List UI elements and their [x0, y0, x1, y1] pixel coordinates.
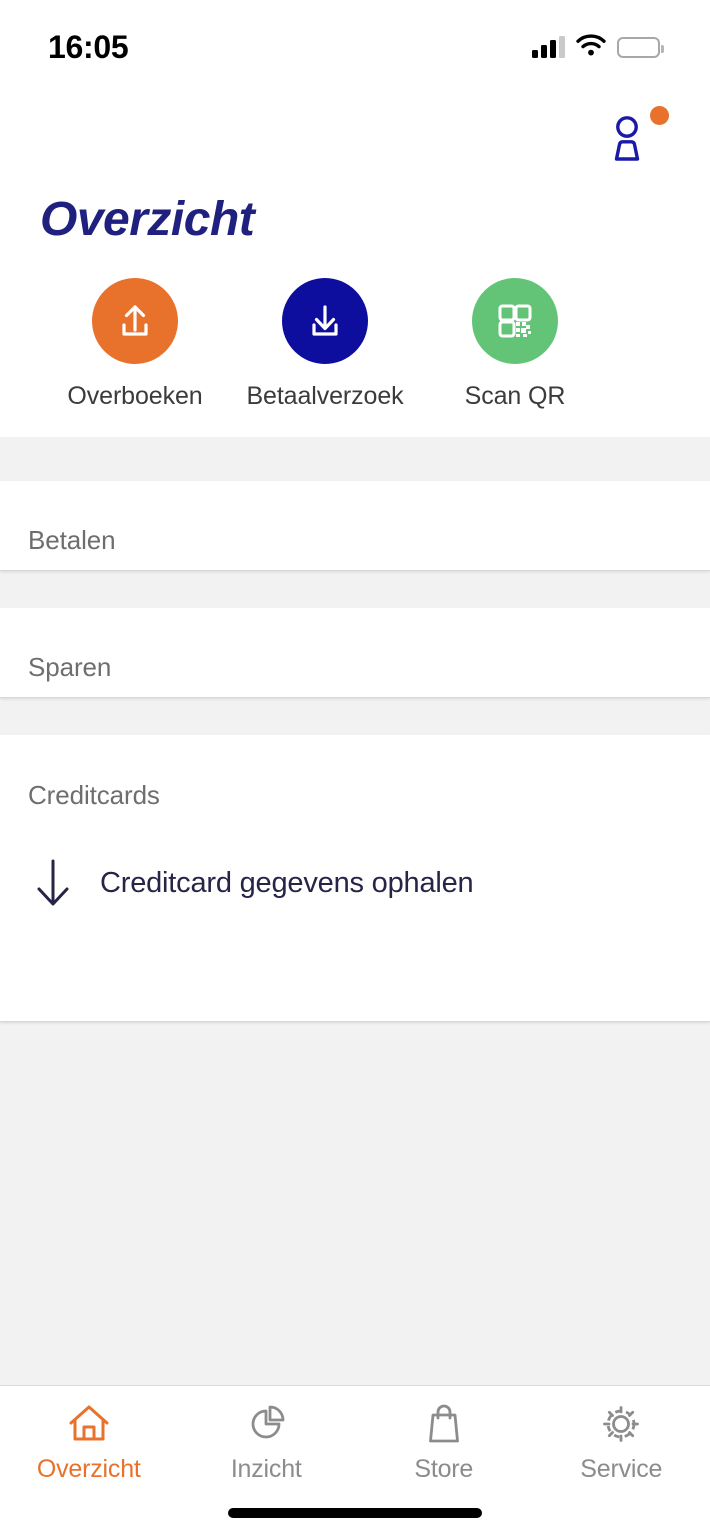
- tab-label: Store: [414, 1455, 474, 1483]
- gear-icon: [598, 1400, 644, 1448]
- shopping-bag-icon: [423, 1400, 465, 1448]
- tab-label: Overzicht: [36, 1455, 141, 1483]
- section-label: Betalen: [28, 525, 116, 555]
- status-bar-indicators: [532, 28, 664, 61]
- list-spacer: [0, 437, 710, 481]
- quick-action-overboeken[interactable]: Overboeken: [40, 278, 230, 411]
- fetch-creditcard-data-label: Creditcard gegevens ophalen: [100, 866, 474, 899]
- home-icon: [66, 1400, 112, 1448]
- section-label: Sparen: [28, 652, 112, 682]
- page-title: Overzicht: [40, 193, 255, 246]
- status-bar-time: 16:05: [48, 28, 129, 65]
- quick-actions-row: Overboeken Betaalverzoek Scan QR: [0, 278, 710, 411]
- status-bar: 16:05: [0, 0, 710, 88]
- profile-button[interactable]: [608, 104, 670, 166]
- home-indicator: [228, 1508, 482, 1518]
- section-label: Creditcards: [28, 780, 160, 810]
- quick-action-betaalverzoek[interactable]: Betaalverzoek: [230, 278, 420, 411]
- list-spacer: [0, 697, 710, 735]
- account-section-betalen[interactable]: Betalen: [0, 481, 710, 570]
- tab-label: Inzicht: [230, 1455, 302, 1483]
- cellular-signal-icon: [532, 36, 565, 58]
- quick-action-label: Overboeken: [67, 382, 203, 410]
- accounts-sheet: Betalen Sparen Creditcards Creditcard ge…: [0, 437, 710, 1385]
- quick-action-scan-qr[interactable]: Scan QR: [420, 278, 610, 411]
- arrow-down-icon: [28, 855, 78, 911]
- app-screen: 16:05 Overzicht Overboeken Betaalverzoek…: [0, 0, 710, 1536]
- tab-label: Service: [580, 1455, 663, 1483]
- card-bottom-padding: [0, 943, 710, 1021]
- upload-arrow-icon: [92, 278, 178, 364]
- download-arrow-icon: [282, 278, 368, 364]
- account-section-creditcards: Creditcards Creditcard gegevens ophalen: [0, 735, 710, 1021]
- tab-service[interactable]: Service: [533, 1400, 710, 1536]
- tab-overzicht[interactable]: Overzicht: [0, 1400, 178, 1536]
- list-spacer: [0, 570, 710, 608]
- quick-action-label: Betaalverzoek: [246, 382, 404, 410]
- quick-action-label: Scan QR: [464, 382, 566, 410]
- pie-chart-icon: [244, 1400, 288, 1448]
- wifi-icon: [576, 33, 606, 61]
- battery-icon: [617, 36, 664, 58]
- notification-badge-dot: [650, 106, 669, 125]
- qr-code-icon: [472, 278, 558, 364]
- account-section-sparen[interactable]: Sparen: [0, 608, 710, 697]
- fetch-creditcard-data-button[interactable]: Creditcard gegevens ophalen: [0, 823, 710, 943]
